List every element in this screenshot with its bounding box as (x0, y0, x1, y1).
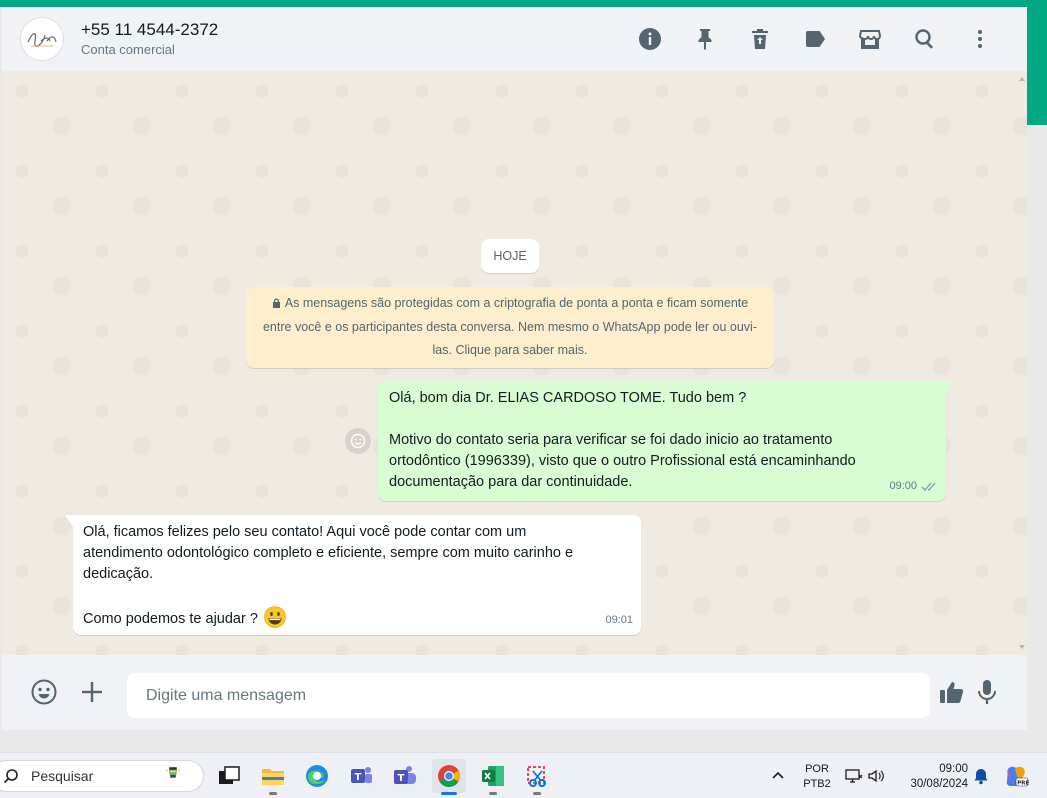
react-button[interactable] (345, 428, 371, 454)
running-indicator (489, 792, 497, 795)
teams-icon: T (351, 767, 372, 783)
date-separator: HOJE (481, 239, 539, 273)
menu-icon (977, 30, 982, 48)
system-clock[interactable]: 09:00 30/08/2024 (898, 762, 968, 792)
thumbs-up-button[interactable] (935, 675, 969, 709)
message-text: Olá, bom dia Dr. ELIAS CARDOSO TOME. Tud… (389, 390, 747, 406)
delete-button[interactable] (732, 19, 787, 59)
message-meta: 09:00 (889, 476, 938, 497)
message-text: Como podemos te ajudar ? (83, 611, 258, 627)
label-icon (805, 31, 825, 47)
microphone-icon (978, 680, 996, 704)
input-language[interactable]: POR PTB2 (800, 762, 834, 792)
language-code: POR (805, 763, 829, 775)
grinning-emoji-icon (264, 606, 286, 628)
notification-bell-icon[interactable] (971, 766, 991, 786)
chat-header: +55 11 4544-2372 Conta comercial (2, 7, 1027, 71)
clock-time: 09:00 (939, 763, 968, 775)
running-indicator (441, 792, 457, 795)
smiley-icon (350, 433, 366, 449)
attach-button[interactable] (75, 675, 109, 709)
encryption-notice[interactable]: As mensagens são protegidas com a cripto… (246, 287, 774, 368)
contact-info[interactable]: +55 11 4544-2372 Conta comercial (81, 19, 218, 59)
header-actions (622, 7, 1007, 71)
message-time: 09:01 (605, 614, 633, 626)
message-text: Motivo do contato seria para verificar s… (389, 432, 856, 490)
scroll-up-icon[interactable] (1019, 77, 1025, 81)
double-check-icon (921, 482, 936, 491)
clock-date: 30/08/2024 (910, 778, 968, 790)
search-icon (914, 29, 933, 49)
taskbar-teams-work[interactable]: T (388, 759, 422, 793)
running-indicator (269, 792, 277, 795)
emoji-button[interactable] (27, 675, 61, 709)
info-button[interactable] (622, 19, 677, 59)
excel-icon (482, 766, 504, 786)
thumbs-up-icon (940, 682, 964, 703)
plus-icon (82, 682, 102, 702)
lock-icon (272, 298, 280, 308)
chrome-icon (438, 765, 460, 787)
contact-name: +55 11 4544-2372 (81, 20, 219, 39)
taskbar-search-label: Pesquisar (31, 768, 94, 784)
task-view-icon (219, 766, 240, 784)
message-meta: 09:01 (605, 610, 633, 631)
svg-text:T: T (355, 772, 362, 783)
message-text: Olá, ficamos felizes pelo seu contato! A… (83, 524, 574, 582)
message-spacer (389, 409, 896, 430)
whatsapp-chat-window: +55 11 4544-2372 Conta comercial HOJE As… (2, 7, 1027, 730)
delete-icon (751, 29, 768, 49)
keyboard-layout: PTB2 (803, 778, 831, 790)
network-icon[interactable] (844, 766, 864, 786)
encryption-text: As mensagens são protegidas com a cripto… (262, 296, 757, 357)
pin-icon (698, 29, 711, 50)
message-composer (2, 655, 1027, 730)
label-button[interactable] (787, 19, 842, 59)
incoming-message[interactable]: Olá, ficamos felizes pelo seu contato! A… (65, 515, 641, 635)
message-list[interactable]: HOJE As mensagens são protegidas com a c… (2, 71, 1027, 655)
copilot-icon[interactable]: PRE (1003, 763, 1029, 789)
svg-text:T: T (398, 773, 405, 784)
avatar[interactable] (20, 17, 64, 61)
taskbar-task-view[interactable] (212, 759, 246, 793)
business-logo-icon (27, 33, 57, 47)
menu-button[interactable] (952, 19, 1007, 59)
taskbar-teams-personal[interactable]: T (344, 759, 378, 793)
store-icon (858, 30, 881, 49)
taskbar-edge[interactable] (300, 759, 334, 793)
message-text-wrap: Como podemos te ajudar ? (83, 606, 601, 630)
side-accent-bar (1027, 7, 1047, 125)
volume-icon[interactable] (866, 766, 886, 786)
running-indicator (533, 792, 541, 795)
message-time: 09:00 (889, 480, 917, 492)
chevron-up-icon[interactable] (768, 766, 788, 786)
window-accent-bar (0, 0, 1047, 7)
edge-icon (306, 765, 328, 787)
pin-button[interactable] (677, 19, 732, 59)
taskbar-excel[interactable] (476, 759, 510, 795)
taskbar-file-explorer[interactable] (256, 759, 290, 795)
message-spacer (83, 585, 601, 606)
search-button[interactable] (897, 19, 952, 59)
windows-taskbar: Pesquisar T T POR PTB2 09:00 30/08/2024 … (0, 752, 1047, 798)
emoji-icon (31, 679, 57, 705)
search-icon (3, 769, 18, 784)
voice-message-button[interactable] (970, 675, 1004, 709)
outgoing-message[interactable]: Olá, bom dia Dr. ELIAS CARDOSO TOME. Tud… (378, 381, 954, 501)
info-icon (638, 28, 661, 50)
scroll-down-icon[interactable] (1019, 645, 1025, 649)
teams-icon: T (394, 766, 416, 784)
chat-scrollbar[interactable] (1019, 71, 1027, 655)
catalog-button[interactable] (842, 19, 897, 59)
snipping-tool-icon (527, 766, 546, 787)
taskbar-snipping-tool[interactable] (520, 759, 554, 795)
message-input[interactable] (127, 673, 930, 718)
search-highlight-icon (166, 767, 180, 778)
taskbar-chrome[interactable] (432, 759, 466, 795)
folder-icon (262, 769, 284, 785)
taskbar-search[interactable]: Pesquisar (0, 760, 204, 792)
svg-text:PRE: PRE (1017, 780, 1029, 786)
contact-subtitle: Conta comercial (81, 42, 175, 57)
